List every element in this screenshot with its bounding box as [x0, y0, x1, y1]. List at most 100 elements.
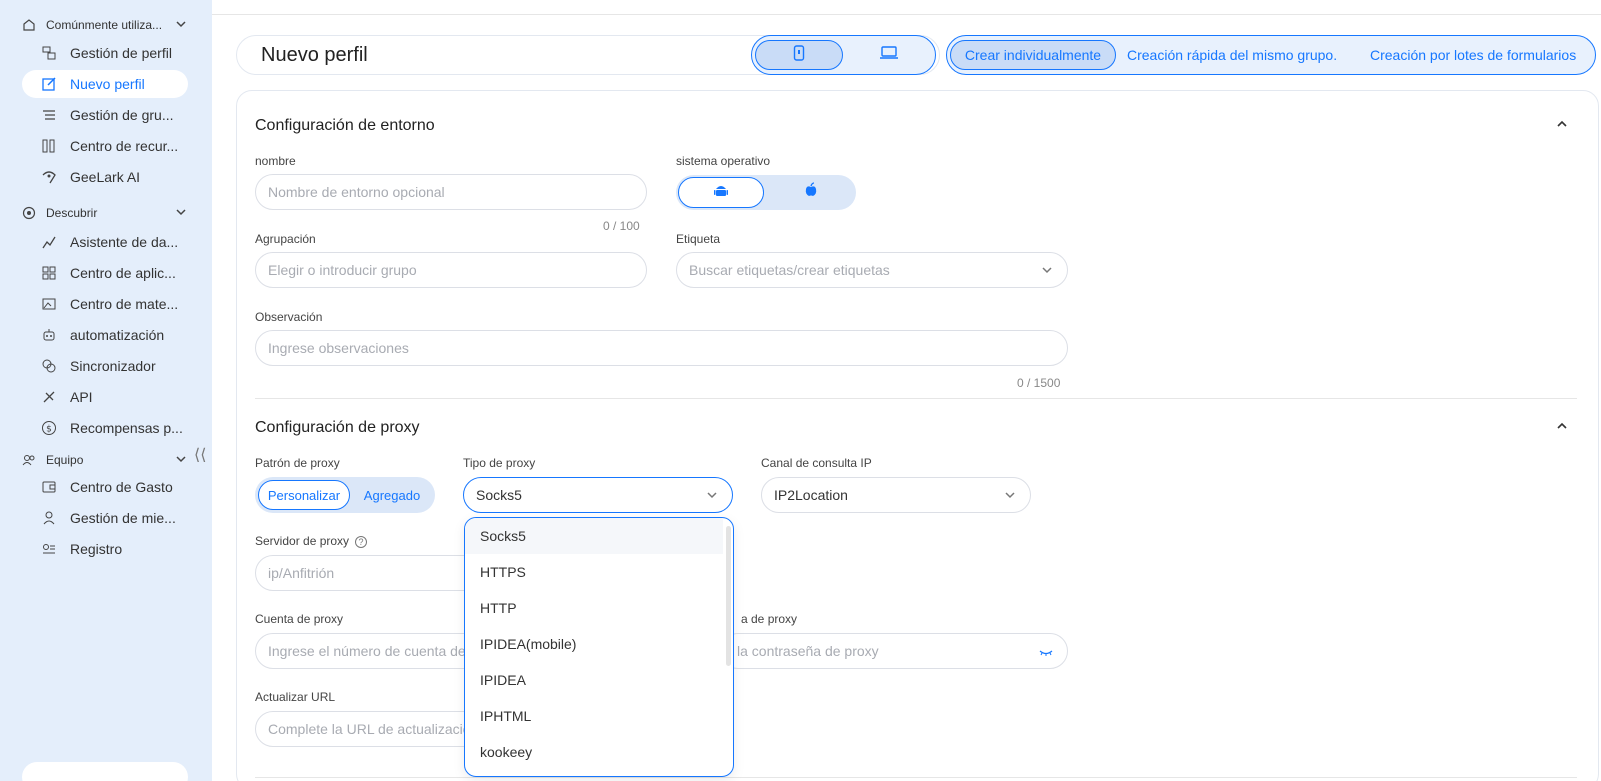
collapse-sidebar-icon[interactable]: ⟨⟨ — [194, 445, 206, 465]
apple-icon — [803, 182, 819, 203]
dropdown-scrollbar[interactable] — [726, 526, 731, 666]
section-title-proxy: Configuración de proxy — [255, 419, 420, 436]
name-placeholder: Nombre de entorno opcional — [268, 184, 445, 200]
proxy-pattern-label: Patrón de proxy — [255, 456, 340, 470]
chevron-up-icon[interactable] — [1555, 117, 1569, 136]
sidebar-item-recompensas[interactable]: $ Recompensas p... — [22, 414, 188, 442]
section-divider — [255, 398, 1577, 399]
wallet-icon — [40, 478, 58, 496]
sidebar-item-centro-recursos[interactable]: Centro de recur... — [22, 132, 188, 160]
sidebar-item-asistente-datos[interactable]: Asistente de da... — [22, 228, 188, 256]
help-icon[interactable]: ? — [355, 535, 368, 548]
sidebar: Comúnmente utiliza... Gestión de perfil … — [0, 0, 212, 781]
os-toggle — [676, 175, 856, 210]
proxy-password-placeholder: la contraseña de proxy — [737, 643, 879, 659]
sidebar-group-common[interactable]: Comúnmente utiliza... — [22, 18, 187, 32]
sidebar-item-label: Centro de recur... — [70, 138, 179, 154]
sidebar-item-label: Centro de mate... — [70, 296, 179, 312]
sidebar-item-geelark-ai[interactable]: GeeLark AI — [22, 163, 188, 191]
profile-management-icon — [40, 44, 58, 62]
robot-icon — [40, 326, 58, 344]
personalizar-button[interactable]: Personalizar — [258, 480, 350, 510]
option-ipidea[interactable]: IPIDEA — [465, 662, 723, 698]
sidebar-item-gestion-grupos[interactable]: Gestión de gru... — [22, 101, 188, 129]
ai-icon — [40, 168, 58, 186]
resources-icon — [40, 137, 58, 155]
ip-channel-select[interactable]: IP2Location — [761, 477, 1031, 513]
sidebar-item-label: Asistente de da... — [70, 234, 179, 250]
phone-icon — [793, 44, 805, 66]
sidebar-item-label: GeeLark AI — [70, 169, 141, 185]
sidebar-item-label: Centro de Gasto — [70, 479, 173, 495]
proxy-server-label: Servidor de proxy? — [255, 534, 368, 548]
chevron-down-icon — [706, 488, 718, 504]
sidebar-item-label: Registro — [70, 541, 123, 557]
top-divider — [212, 14, 1601, 15]
api-icon — [40, 388, 58, 406]
name-input[interactable]: Nombre de entorno opcional — [255, 174, 647, 210]
option-kookeey[interactable]: kookeey — [465, 734, 723, 770]
sidebar-item-nuevo-perfil[interactable]: Nuevo perfil — [22, 70, 188, 98]
eye-closed-icon[interactable] — [1039, 645, 1053, 661]
tab-creacion-rapida[interactable]: Creación rápida del mismo grupo. — [1127, 40, 1337, 70]
proxy-pattern-toggle: Personalizar Agregado — [255, 477, 435, 513]
sidebar-bottom-panel[interactable] — [22, 762, 188, 781]
option-socks5[interactable]: Socks5 — [465, 518, 723, 554]
sidebar-item-sincronizador[interactable]: Sincronizador — [22, 352, 188, 380]
note-input[interactable]: Ingrese observaciones — [255, 330, 1068, 366]
ios-button[interactable] — [768, 177, 854, 208]
sidebar-item-gestion-perfil[interactable]: Gestión de perfil — [22, 39, 188, 67]
device-toggle — [751, 35, 936, 75]
update-url-placeholder: Complete la URL de actualizació — [268, 721, 471, 737]
chart-icon — [40, 233, 58, 251]
option-ipidea-mobile[interactable]: IPIDEA(mobile) — [465, 626, 723, 662]
sidebar-group-team[interactable]: Equipo — [22, 453, 187, 467]
proxy-password-input[interactable]: la contraseña de proxy — [720, 633, 1068, 669]
tag-placeholder: Buscar etiquetas/crear etiquetas — [689, 262, 890, 278]
note-label: Observación — [255, 310, 323, 324]
tag-select[interactable]: Buscar etiquetas/crear etiquetas — [676, 252, 1068, 288]
option-https[interactable]: HTTPS — [465, 554, 723, 590]
tab-creacion-lotes[interactable]: Creación por lotes de formularios — [1370, 40, 1576, 70]
proxy-type-value: Socks5 — [476, 487, 522, 503]
proxy-account-placeholder: Ingrese el número de cuenta de — [268, 643, 466, 659]
tab-crear-individualmente[interactable]: Crear individualmente — [950, 40, 1116, 70]
chevron-up-icon[interactable] — [1555, 419, 1569, 438]
sidebar-item-registro[interactable]: Registro — [22, 535, 188, 563]
proxy-password-label: a de proxy — [741, 612, 798, 626]
svg-text:$: $ — [46, 425, 52, 435]
sidebar-item-api[interactable]: API — [22, 383, 188, 411]
android-button[interactable] — [678, 177, 764, 208]
discover-icon — [22, 206, 36, 220]
option-iphtml[interactable]: IPHTML — [465, 698, 723, 734]
edit-icon — [40, 75, 58, 93]
desktop-device-button[interactable] — [845, 40, 933, 70]
sidebar-item-automatizacion[interactable]: automatización — [22, 321, 188, 349]
group-label: Agrupación — [255, 232, 316, 246]
group-input[interactable]: Elegir o introducir grupo — [255, 252, 647, 288]
sidebar-group-label: Comúnmente utiliza... — [46, 18, 163, 32]
sidebar-item-centro-gasto[interactable]: Centro de Gasto — [22, 473, 188, 501]
section-title-entorno: Configuración de entorno — [255, 117, 435, 134]
proxy-type-dropdown: Socks5 HTTPS HTTP IPIDEA(mobile) IPIDEA … — [464, 517, 734, 777]
os-label: sistema operativo — [676, 154, 771, 168]
chevron-down-icon — [1041, 263, 1053, 279]
ip-channel-value: IP2Location — [774, 487, 848, 503]
chevron-down-icon — [175, 453, 187, 468]
chevron-down-icon — [175, 206, 187, 221]
sidebar-item-centro-materiales[interactable]: Centro de mate... — [22, 290, 188, 318]
proxy-type-select[interactable]: Socks5 — [463, 477, 733, 513]
option-http[interactable]: HTTP — [465, 590, 723, 626]
update-url-label: Actualizar URL — [255, 690, 336, 704]
sidebar-group-discover[interactable]: Descubrir — [22, 206, 187, 220]
sidebar-item-label: automatización — [70, 327, 165, 343]
sidebar-item-gestion-miembros[interactable]: Gestión de mie... — [22, 504, 188, 532]
sidebar-item-label: API — [70, 389, 93, 405]
sidebar-item-label: Gestión de mie... — [70, 510, 176, 526]
agregado-button[interactable]: Agregado — [353, 480, 431, 510]
mobile-device-button[interactable] — [755, 40, 843, 70]
sidebar-group-label: Equipo — [46, 453, 84, 467]
sidebar-item-label: Centro de aplic... — [70, 265, 176, 281]
sidebar-item-centro-aplicaciones[interactable]: Centro de aplic... — [22, 259, 188, 287]
proxy-server-label-text: Servidor de proxy — [255, 534, 350, 548]
